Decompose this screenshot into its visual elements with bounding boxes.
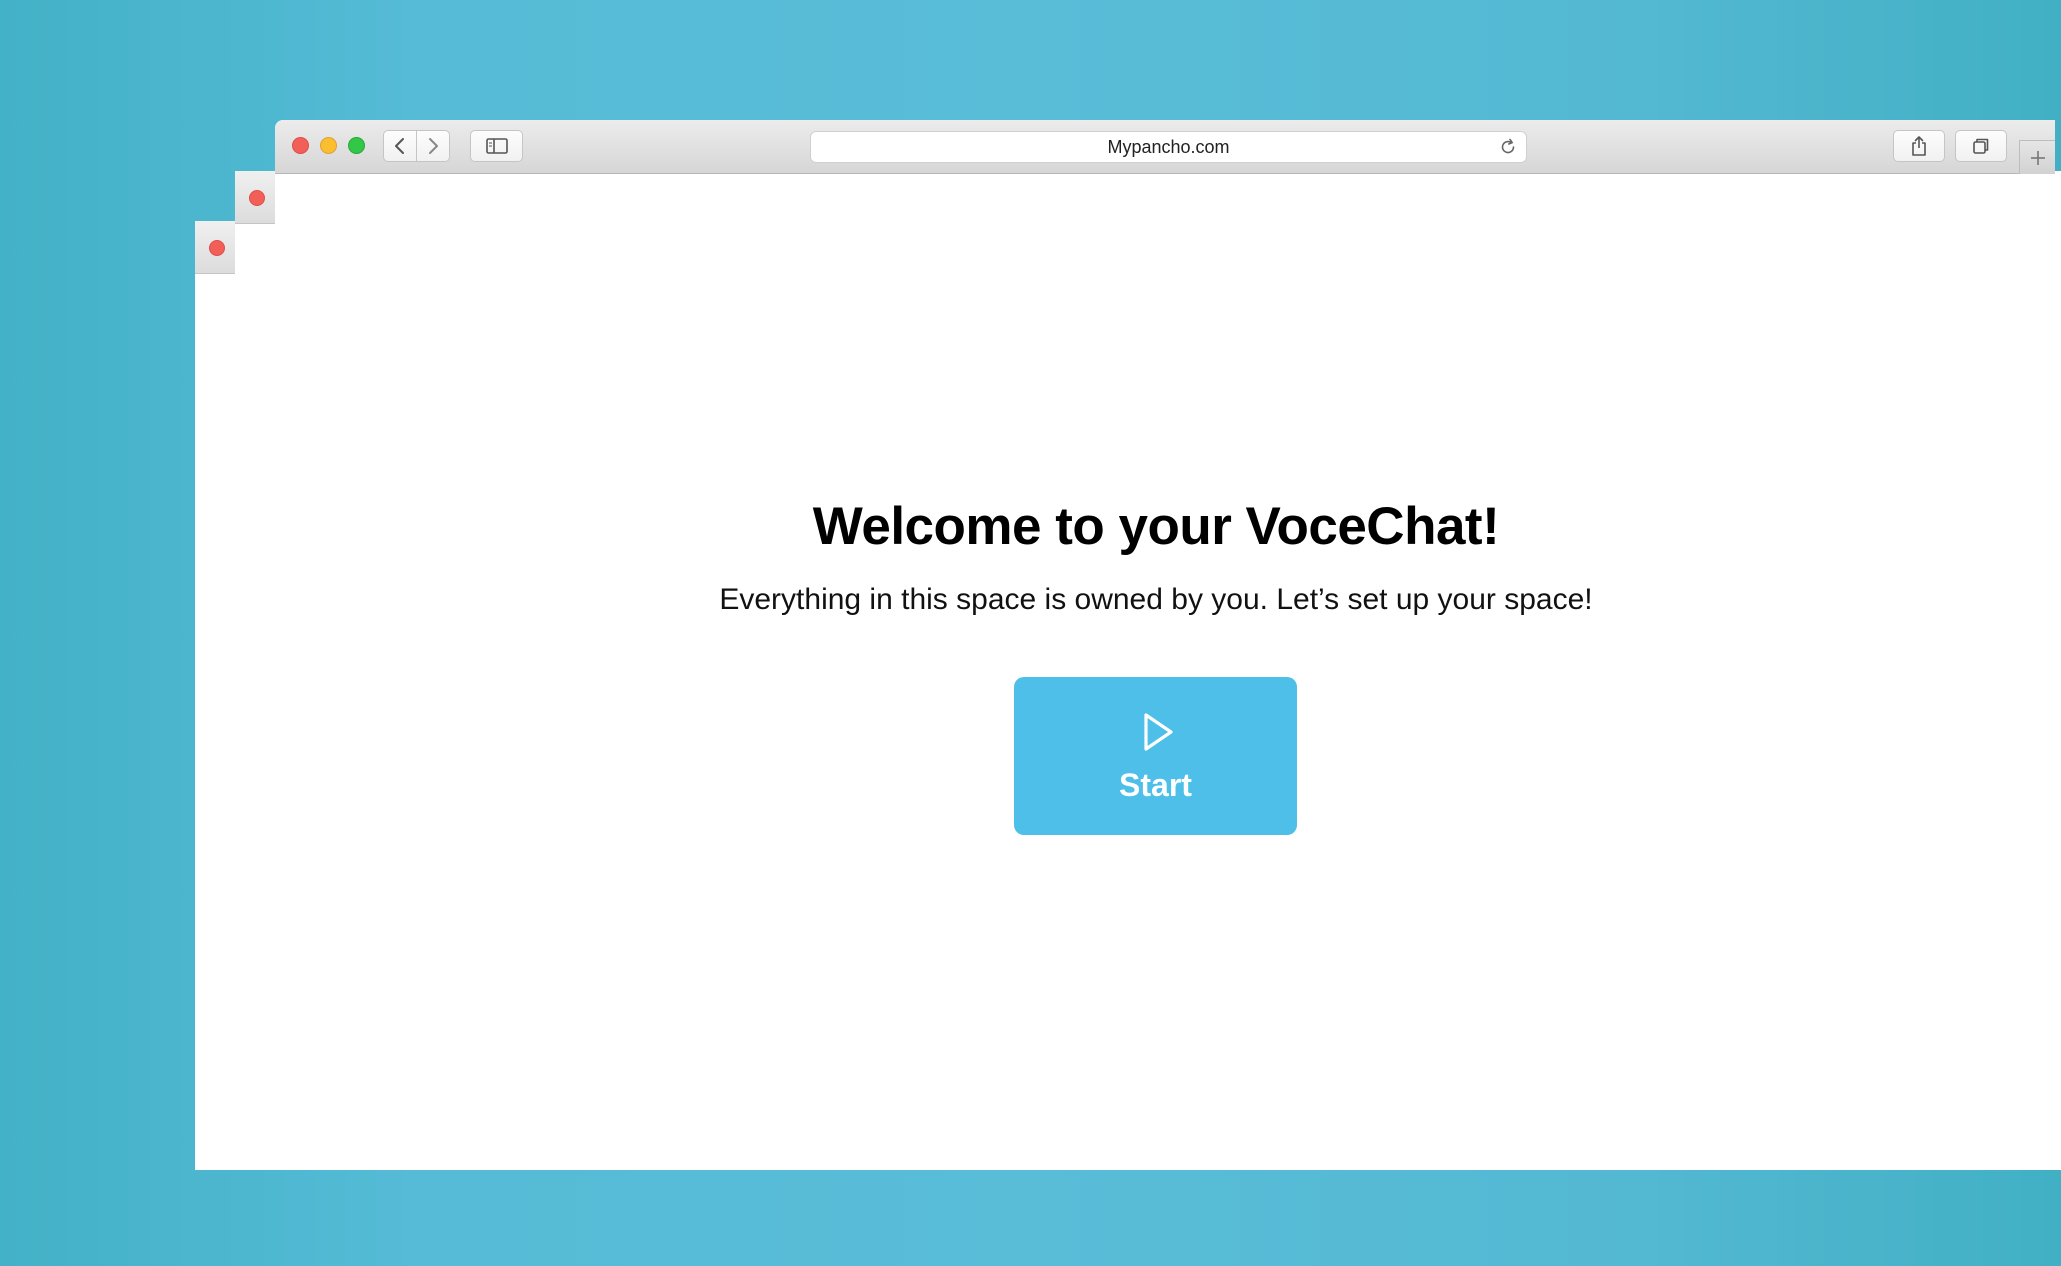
browser-toolbar: Mypancho.com <box>275 120 2055 174</box>
new-tab-button[interactable] <box>2019 140 2055 174</box>
maximize-window-icon[interactable] <box>348 137 365 154</box>
close-dot-icon[interactable] <box>209 240 225 256</box>
plus-icon <box>2030 150 2045 165</box>
back-button[interactable] <box>383 130 417 162</box>
chevron-left-icon <box>395 138 404 154</box>
start-button[interactable]: Start <box>1014 677 1297 835</box>
browser-window: Mypancho.com Welcome to your VoceChat! E… <box>275 120 2055 1170</box>
forward-button[interactable] <box>416 130 450 162</box>
chevron-right-icon <box>429 138 438 154</box>
minimize-window-icon[interactable] <box>320 137 337 154</box>
tabs-overview-button[interactable] <box>1955 130 2007 162</box>
background-window-1-tab[interactable] <box>195 221 235 274</box>
url-text: Mypancho.com <box>1107 136 1230 157</box>
background-window-2-tab[interactable] <box>235 171 275 224</box>
close-window-icon[interactable] <box>292 137 309 154</box>
page-title: Welcome to your VoceChat! <box>812 497 1500 556</box>
page-content: Welcome to your VoceChat! Everything in … <box>275 174 2055 1170</box>
play-icon <box>1143 712 1173 751</box>
share-icon <box>1912 136 1926 156</box>
sidebar-icon <box>485 138 508 154</box>
close-dot-icon[interactable] <box>249 190 265 206</box>
share-button[interactable] <box>1893 130 1945 162</box>
tabs-icon <box>1973 138 1989 154</box>
start-button-label: Start <box>1119 766 1192 803</box>
page-subtitle: Everything in this space is owned by you… <box>719 583 1593 616</box>
sidebar-toggle-button[interactable] <box>470 130 523 162</box>
address-bar[interactable]: Mypancho.com <box>810 131 1527 163</box>
reload-icon[interactable] <box>1498 137 1518 157</box>
